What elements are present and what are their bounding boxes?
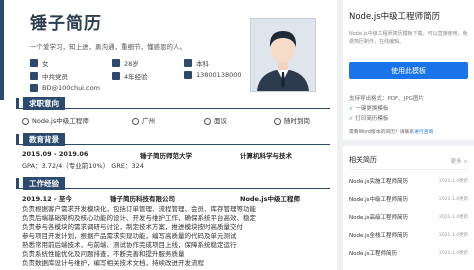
header-accent [0,0,4,100]
location-icon [132,117,139,125]
education-period: 2015.09 - 2019.06 [22,150,89,158]
intent-job: Node.js中级工程师 [22,115,89,125]
divider [16,144,330,145]
divider [16,108,330,109]
resume-tagline: 一个爱学习，知上进，勇沟通，重细节，懂感恩的人。 [30,43,186,51]
related-item[interactable]: Node.js全栈工程师简历 [349,231,408,239]
education-school: 锤子简历师范大学 [140,152,192,160]
target-icon [22,117,29,125]
related-date: 2021.1.4更新 [438,179,468,184]
use-template-button[interactable]: 使用此模板 [349,62,468,79]
related-date: 2021.1.4更新 [438,233,468,238]
info-phone: 13800138000 [184,71,242,79]
related-date: 2021.1.4更新 [438,215,468,220]
work-role: Node.js中级工程师 [240,195,301,203]
divider [349,169,468,170]
money-icon [204,117,211,125]
resume-name: 锤子简历 [30,14,102,34]
briefcase-icon [112,72,120,80]
person-icon [30,59,38,67]
info-experience: 4年经验 [112,71,148,81]
info-education: 本科 [184,58,209,68]
word-help: 需要Word版本的简历？请联系进行咨询 [349,130,434,135]
phone-icon [184,71,192,79]
work-bullet: 负责数据库设计与维护，编写相关技术文档，持续改进开发流程 [22,259,204,267]
related-item[interactable]: Node.js实施工程师简历 [349,177,408,185]
print-option: ✓ 打印简历模板 [349,116,389,122]
resume-preview: 锤子简历 一个爱学习，知上进，勇沟通，重细节，懂感恩的人。 女 28岁 本科 中… [0,0,337,270]
info-age: 28岁 [112,58,139,68]
work-period: 2019.12 - 至今 [22,195,72,203]
graduation-icon [184,59,192,67]
intent-salary: 面议 [204,115,227,125]
related-card: 相关简历 更多 > Node.js实施工程师简历 2021.1.4更新 Node… [343,146,474,270]
education-major: 计算机科学与技术 [240,152,292,160]
intent-availability: 随时到岗 [274,115,310,125]
info-email: BD@100chui.com [30,84,100,92]
more-link[interactable]: 更多 > [451,157,468,165]
consult-link[interactable]: 进行咨询 [414,130,433,135]
one-click-change: ✓ 一键更换模板 [349,106,389,112]
related-item[interactable]: Node.js中级工程师简历 [349,195,408,203]
education-gpa: GPA：3.72/4（专业前10%） GRE：324 [22,162,144,170]
related-item[interactable]: Node.js工程师简历 [349,249,397,257]
template-title: Node.js中级工程师简历 [349,12,441,22]
intent-city: 广州 [132,115,155,125]
clock-icon [274,117,281,125]
info-gender: 女 [30,58,49,68]
related-date: 2021.1.4更新 [438,251,468,256]
info-party: 中共党员 [30,71,68,81]
flag-icon [30,72,38,80]
related-title: 相关简历 [349,156,377,164]
related-item[interactable]: Node.js高级工程师简历 [349,213,408,221]
calendar-icon [112,59,120,67]
avatar [250,18,316,92]
template-description: Node.js中级工程师简历模板下载，可以直接使用，免费简历制作，在线编辑。 [349,31,468,45]
work-company: 锤子简历科技有限公司 [110,195,175,203]
related-date: 2021.1.4更新 [438,197,468,202]
email-icon [30,84,38,92]
template-info-card: Node.js中级工程师简历 Node.js中级工程师简历模板下载，可以直接使用… [343,0,474,140]
divider [16,188,330,189]
support-formats: 支持导出格式：PDF、JPG图片 [349,96,424,102]
avatar-illustration [251,19,315,91]
